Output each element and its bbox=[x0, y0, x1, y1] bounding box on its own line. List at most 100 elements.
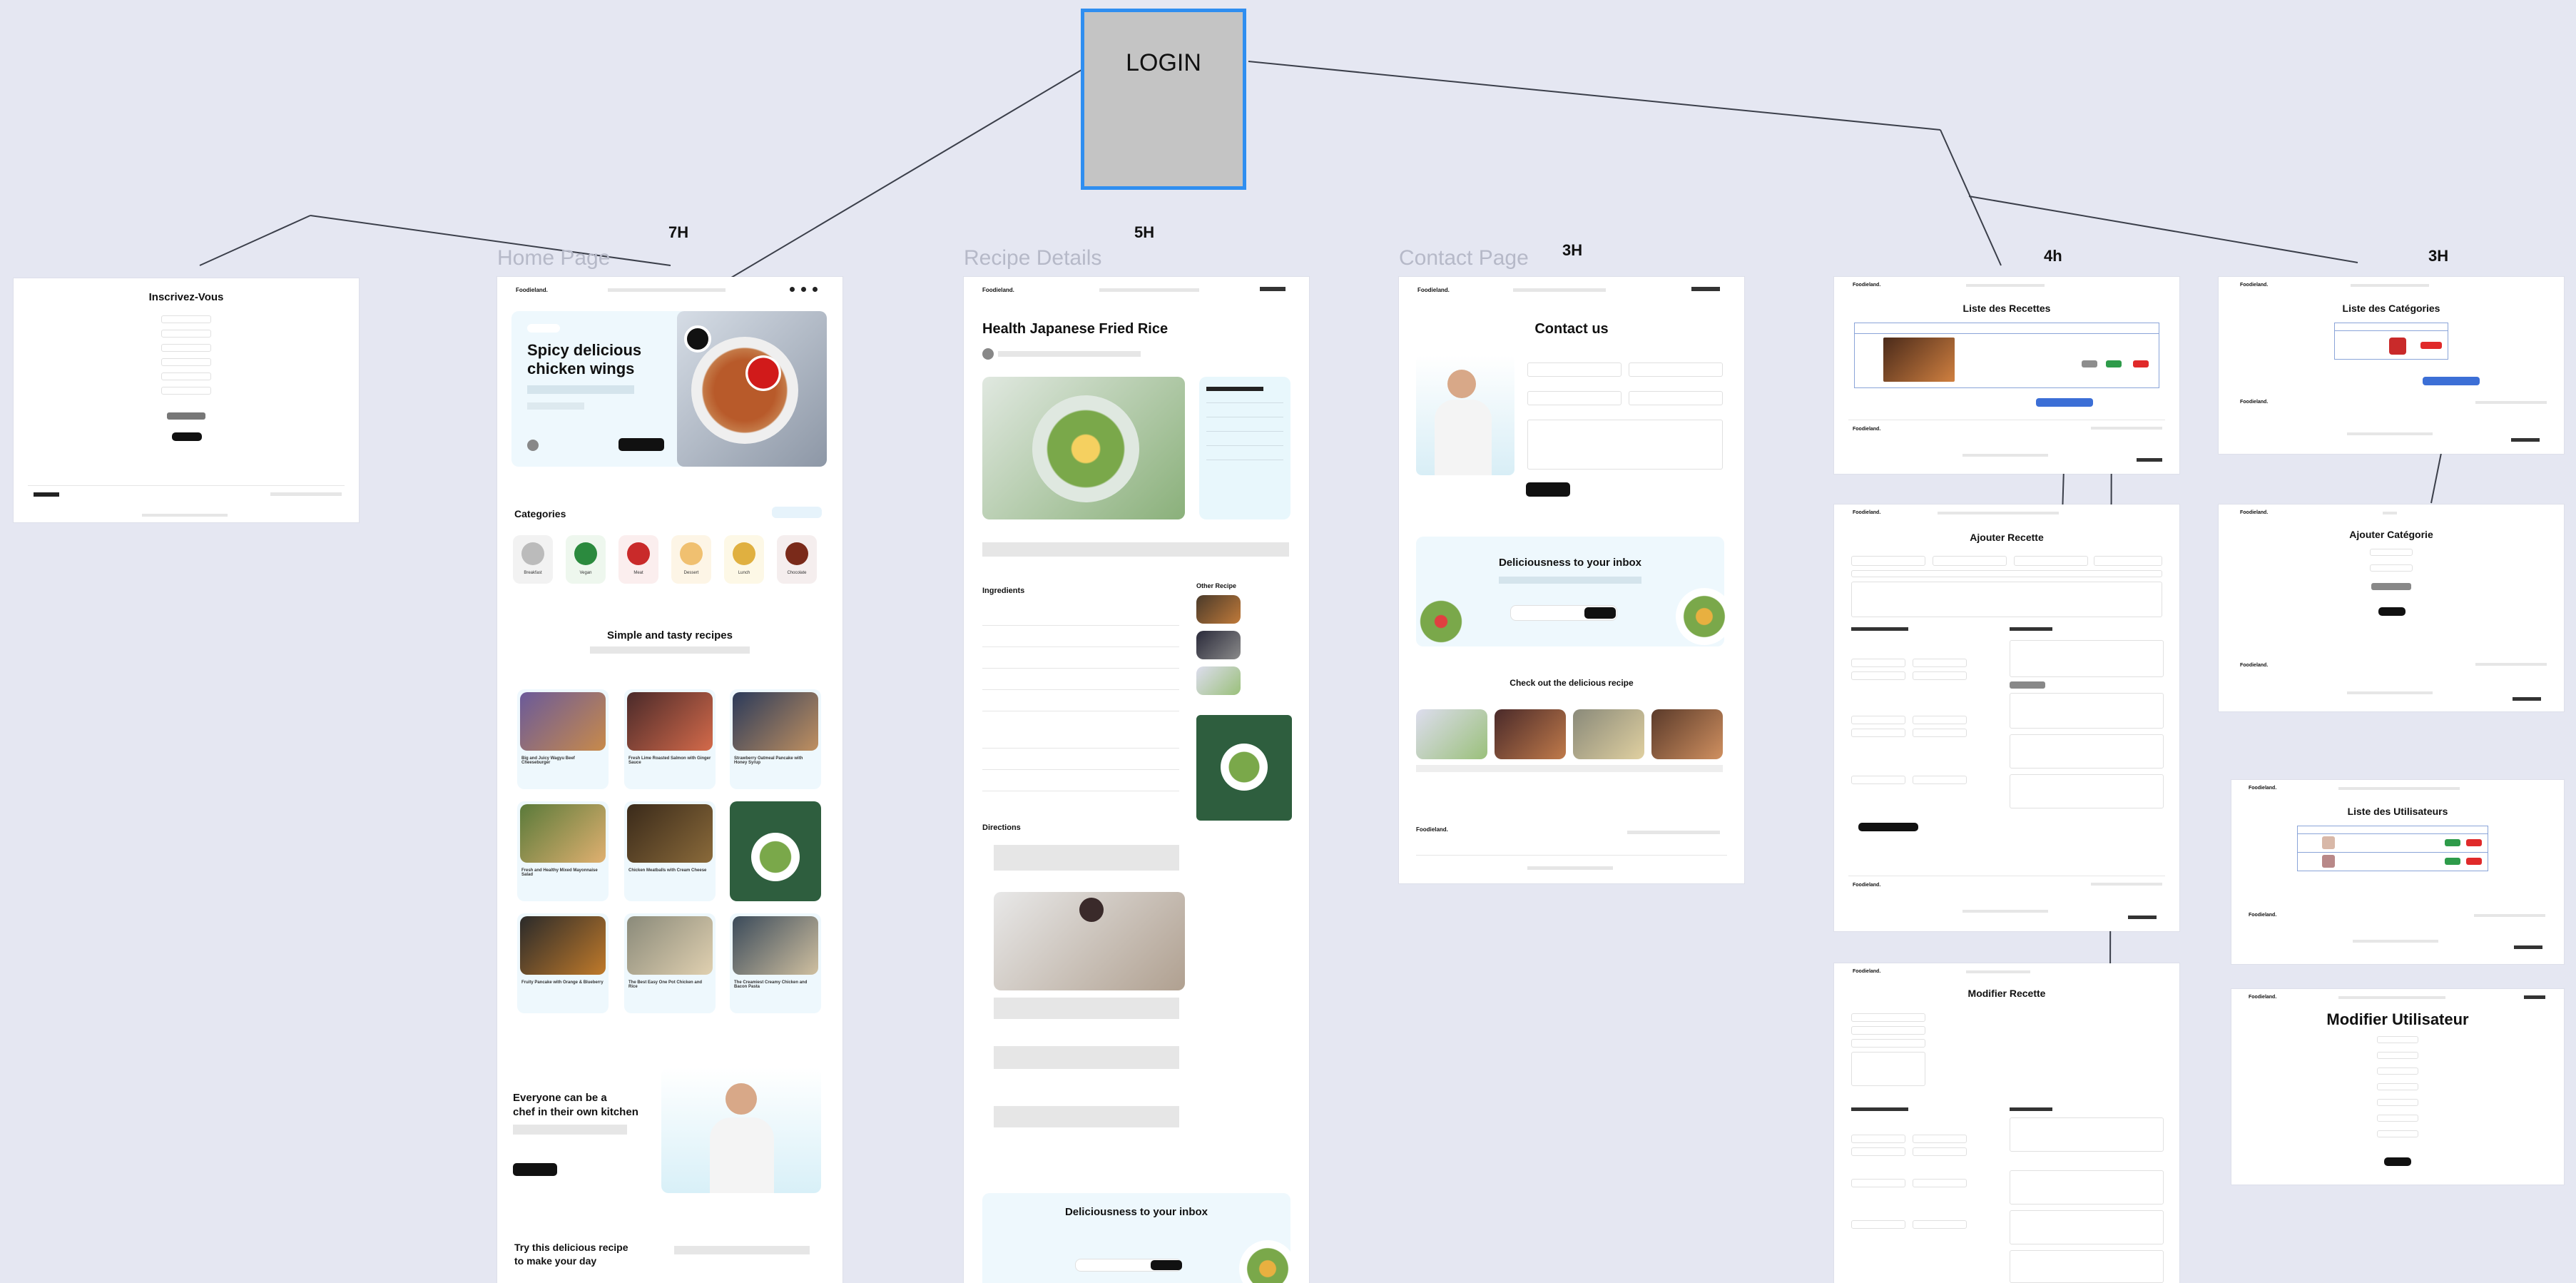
add-recette-logo[interactable]: Foodieland. bbox=[1853, 510, 1880, 515]
contact-submit-button[interactable] bbox=[1526, 482, 1570, 497]
recettes-list-logo[interactable]: Foodieland. bbox=[1853, 283, 1880, 288]
home-ad-banner[interactable] bbox=[730, 801, 821, 901]
chef-learn-more-button[interactable] bbox=[513, 1163, 557, 1176]
edit-user-nav[interactable] bbox=[2338, 996, 2445, 999]
signup-field-5[interactable] bbox=[161, 372, 211, 380]
recettes-view-button[interactable] bbox=[2082, 360, 2097, 367]
other-recipe-2-image[interactable] bbox=[1196, 631, 1241, 659]
add-recette-step-2[interactable] bbox=[2010, 693, 2164, 729]
add-recette-footer-logo[interactable]: Foodieland. bbox=[1853, 883, 1880, 888]
other-recipe-1-image[interactable] bbox=[1196, 595, 1241, 624]
add-recette-ingredient-5[interactable] bbox=[1851, 716, 1905, 724]
edit-recette-ingredient-1[interactable] bbox=[1851, 1135, 1905, 1143]
categories-add-button[interactable] bbox=[2423, 377, 2480, 385]
recettes-footer-logo[interactable]: Foodieland. bbox=[1853, 427, 1880, 432]
add-categorie-logo[interactable]: Foodieland. bbox=[2240, 510, 2268, 515]
recipe-ad-banner[interactable] bbox=[1196, 715, 1292, 821]
edit-recette-step-1[interactable] bbox=[2010, 1117, 2164, 1152]
contact-enquiry-select[interactable] bbox=[1629, 391, 1723, 405]
add-recette-step-4[interactable] bbox=[2010, 774, 2164, 808]
edit-recette-step-4[interactable] bbox=[2010, 1250, 2164, 1283]
users-delete-button-2[interactable] bbox=[2466, 858, 2482, 865]
add-categorie-nav[interactable] bbox=[2383, 512, 2397, 514]
view-all-categories-button[interactable] bbox=[772, 507, 822, 518]
recipe-card-3[interactable]: Strawberry Oatmeal Pancake with Honey Sy… bbox=[730, 689, 821, 789]
facebook-icon[interactable] bbox=[790, 287, 795, 292]
edit-user-field-1[interactable] bbox=[2377, 1036, 2418, 1043]
recipe-inbox-subscribe-button[interactable] bbox=[1151, 1260, 1182, 1270]
edit-user-field-6[interactable] bbox=[2377, 1115, 2418, 1122]
add-recette-social-icons[interactable] bbox=[2128, 916, 2157, 919]
add-recette-nutrition-1[interactable] bbox=[1851, 776, 1905, 784]
hero-view-recipe-button[interactable] bbox=[618, 438, 664, 451]
add-recette-ingredient-4[interactable] bbox=[1913, 671, 1967, 680]
recipe-nav-links[interactable] bbox=[1099, 288, 1199, 292]
edit-user-submit-button[interactable] bbox=[2384, 1157, 2411, 1166]
edit-recette-ingredient-5[interactable] bbox=[1851, 1179, 1905, 1187]
edit-recette-category-select[interactable] bbox=[1851, 1039, 1925, 1048]
ingredient-line-3[interactable] bbox=[982, 668, 1179, 669]
recettes-add-button[interactable] bbox=[2036, 398, 2093, 407]
add-recette-ingredient-2[interactable] bbox=[1913, 659, 1967, 667]
add-categorie-footer-links[interactable] bbox=[2475, 663, 2547, 666]
contact-message-textarea[interactable] bbox=[1527, 420, 1723, 470]
contact-name-input[interactable] bbox=[1527, 362, 1622, 377]
recipe-card-8[interactable]: The Creamiest Creamy Chicken and Bacon P… bbox=[730, 913, 821, 1013]
edit-user-field-3[interactable] bbox=[2377, 1068, 2418, 1075]
add-recette-desc-input[interactable] bbox=[1933, 556, 2007, 566]
edit-recette-ingredient-3[interactable] bbox=[1851, 1147, 1905, 1156]
contact-footer-links[interactable] bbox=[1627, 831, 1720, 834]
recettes-social-icons[interactable] bbox=[2137, 458, 2162, 462]
signup-field-1[interactable] bbox=[161, 315, 211, 323]
add-recette-nutrition-2[interactable] bbox=[1913, 776, 1967, 784]
users-footer-links[interactable] bbox=[2474, 914, 2545, 917]
category-vegan[interactable]: Vegan bbox=[566, 535, 606, 584]
add-recette-upload-button[interactable] bbox=[2010, 681, 2045, 689]
users-edit-button-1[interactable] bbox=[2445, 839, 2460, 846]
edit-recette-nutrition-2[interactable] bbox=[1913, 1220, 1967, 1229]
add-recette-ingredient-3[interactable] bbox=[1851, 671, 1905, 680]
twitter-icon[interactable] bbox=[801, 287, 806, 292]
users-social-icons[interactable] bbox=[2514, 945, 2542, 949]
ingredient-line-4[interactable] bbox=[982, 689, 1179, 690]
add-categorie-social-icons[interactable] bbox=[2513, 697, 2541, 701]
categories-delete-button[interactable] bbox=[2420, 342, 2442, 349]
users-footer-logo[interactable]: Foodieland. bbox=[2249, 913, 2276, 918]
contact-recipe-1-image[interactable] bbox=[1416, 709, 1487, 759]
edit-recette-desc-input[interactable] bbox=[1851, 1026, 1925, 1035]
signup-upload-button[interactable] bbox=[167, 412, 205, 420]
edit-recette-ingredient-6[interactable] bbox=[1913, 1179, 1967, 1187]
users-delete-button-1[interactable] bbox=[2466, 839, 2482, 846]
categories-footer-links[interactable] bbox=[2475, 401, 2547, 404]
add-recette-footer-links[interactable] bbox=[2091, 883, 2162, 886]
recettes-footer-links[interactable] bbox=[2091, 427, 2162, 430]
add-recette-category-select[interactable] bbox=[2014, 556, 2088, 566]
edit-user-social-icons[interactable] bbox=[2524, 995, 2545, 999]
add-categorie-footer-logo[interactable]: Foodieland. bbox=[2240, 663, 2268, 668]
edit-recette-ingredient-4[interactable] bbox=[1913, 1147, 1967, 1156]
category-dessert[interactable]: Dessert bbox=[671, 535, 711, 584]
ingredient-line-1[interactable] bbox=[982, 625, 1179, 626]
categories-footer-logo[interactable]: Foodieland. bbox=[2240, 400, 2268, 405]
users-list-nav[interactable] bbox=[2338, 787, 2460, 790]
category-lunch[interactable]: Lunch bbox=[724, 535, 764, 584]
edit-recette-step-2[interactable] bbox=[2010, 1170, 2164, 1205]
add-recette-name-input[interactable] bbox=[1851, 556, 1925, 566]
add-recette-ingredient-6[interactable] bbox=[1913, 716, 1967, 724]
recipe-card-2[interactable]: Fresh Lime Roasted Salmon with Ginger Sa… bbox=[624, 689, 716, 789]
users-edit-button-2[interactable] bbox=[2445, 858, 2460, 865]
add-recette-time-input[interactable] bbox=[1851, 570, 2162, 577]
categories-list-logo[interactable]: Foodieland. bbox=[2240, 283, 2268, 288]
edit-user-logo[interactable]: Foodieland. bbox=[2249, 995, 2276, 1000]
edit-user-field-2[interactable] bbox=[2377, 1052, 2418, 1059]
add-recette-ingredient-8[interactable] bbox=[1913, 729, 1967, 737]
recettes-list-nav[interactable] bbox=[1966, 284, 2045, 287]
add-recette-ingredient-7[interactable] bbox=[1851, 729, 1905, 737]
categories-list-nav[interactable] bbox=[2351, 284, 2429, 287]
add-categorie-desc-input[interactable] bbox=[2370, 564, 2413, 572]
edit-recette-logo[interactable]: Foodieland. bbox=[1853, 969, 1880, 974]
signup-submit-button[interactable] bbox=[172, 432, 202, 441]
category-meat[interactable]: Meat bbox=[618, 535, 658, 584]
recipe-card-5[interactable]: Chicken Meatballs with Cream Cheese bbox=[624, 801, 716, 901]
category-chocolate[interactable]: Chocolate bbox=[777, 535, 817, 584]
